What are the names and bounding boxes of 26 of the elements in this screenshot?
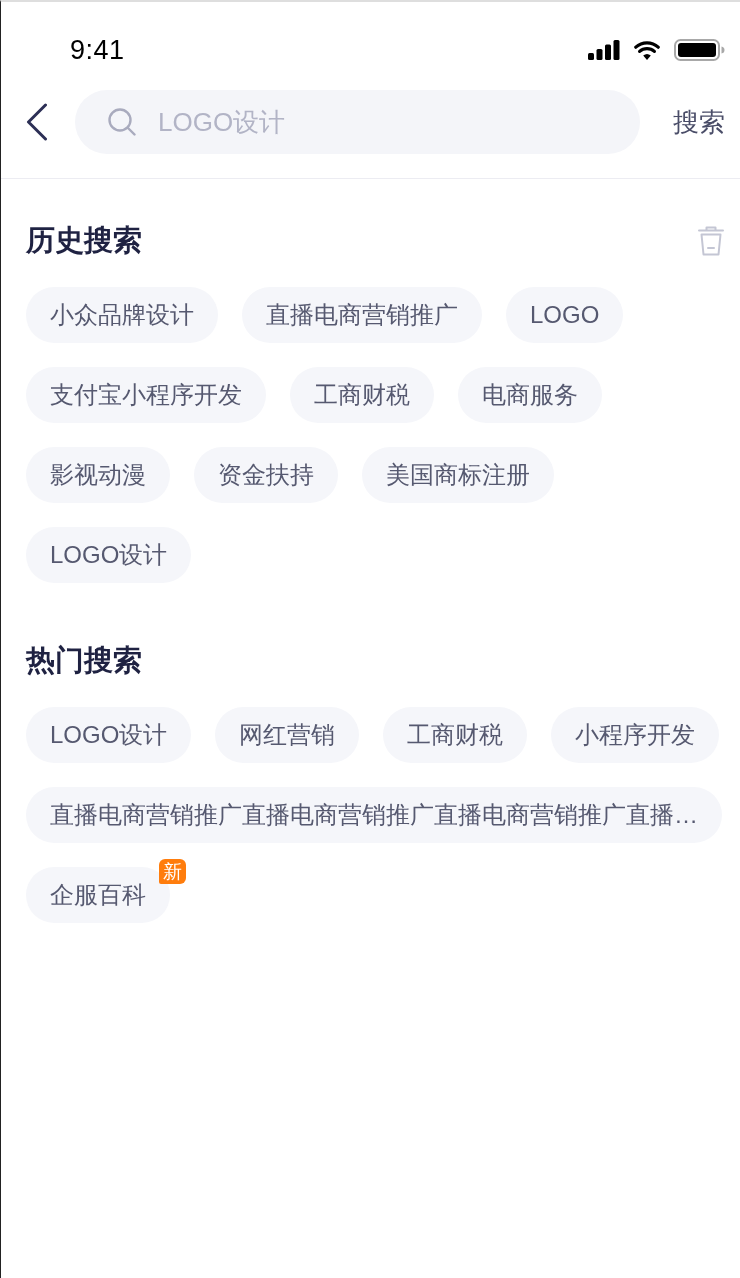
history-tag[interactable]: LOGO	[506, 287, 624, 343]
history-tag[interactable]: 直播电商营销推广	[242, 287, 482, 343]
history-tag[interactable]: 支付宝小程序开发	[26, 367, 266, 423]
hot-tag[interactable]: 直播电商营销推广直播电商营销推广直播电商营销推广直播…	[26, 787, 722, 843]
history-tag[interactable]: LOGO设计	[26, 527, 192, 583]
history-tag[interactable]: 工商财税	[290, 367, 434, 423]
search-icon	[108, 108, 136, 136]
section-title: 热门搜索	[26, 643, 142, 678]
status-time: 9:41	[70, 34, 125, 66]
battery-icon	[674, 39, 725, 61]
back-icon[interactable]	[26, 103, 48, 141]
history-tag[interactable]: 影视动漫	[26, 447, 170, 503]
signal-icon	[588, 40, 620, 60]
history-tag[interactable]: 电商服务	[458, 367, 602, 423]
history-tag[interactable]: 资金扶持	[194, 447, 338, 503]
section-title: 历史搜索	[26, 223, 142, 258]
wifi-icon	[634, 40, 660, 60]
history-tag[interactable]: 美国商标注册	[362, 447, 554, 503]
hot-tag[interactable]: 网红营销	[215, 707, 360, 763]
hot-tag[interactable]: 工商财税	[383, 707, 528, 763]
hot-tag[interactable]: LOGO设计	[26, 707, 192, 763]
search-field[interactable]: LOGO设计	[75, 90, 640, 154]
new-badge: 新	[159, 859, 186, 884]
hot-tag[interactable]: 小程序开发	[551, 707, 720, 763]
history-tag[interactable]: 小众品牌设计	[26, 287, 218, 343]
search-button[interactable]: 搜索	[673, 104, 725, 140]
